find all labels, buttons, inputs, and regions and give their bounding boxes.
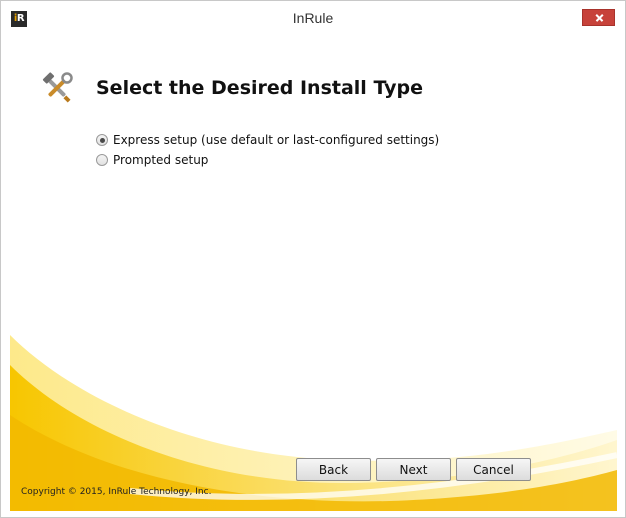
window-title: InRule [292,10,334,26]
express-setup-radio[interactable] [96,134,108,146]
copyright-text: Copyright © 2015, InRule Technology, Inc… [21,487,212,497]
next-button[interactable]: Next [376,458,451,481]
cancel-button[interactable]: Cancel [456,458,531,481]
express-setup-option[interactable]: Express setup (use default or last-confi… [96,131,439,149]
prompted-setup-option[interactable]: Prompted setup [96,151,208,169]
prompted-setup-radio[interactable] [96,154,108,166]
title-bar[interactable]: iR InRule [1,1,625,34]
back-button[interactable]: Back [296,458,371,481]
wizard-content: Select the Desired Install Type Express … [10,35,617,511]
yellow-swoosh-background [10,335,617,511]
prompted-setup-label: Prompted setup [113,153,209,167]
installer-window: iR InRule Select the Desired Install Typ… [0,0,626,518]
close-button[interactable] [582,9,615,26]
express-setup-label: Express setup (use default or last-confi… [113,133,440,147]
tools-icon [42,72,73,103]
page-heading: Select the Desired Install Type [96,77,424,99]
